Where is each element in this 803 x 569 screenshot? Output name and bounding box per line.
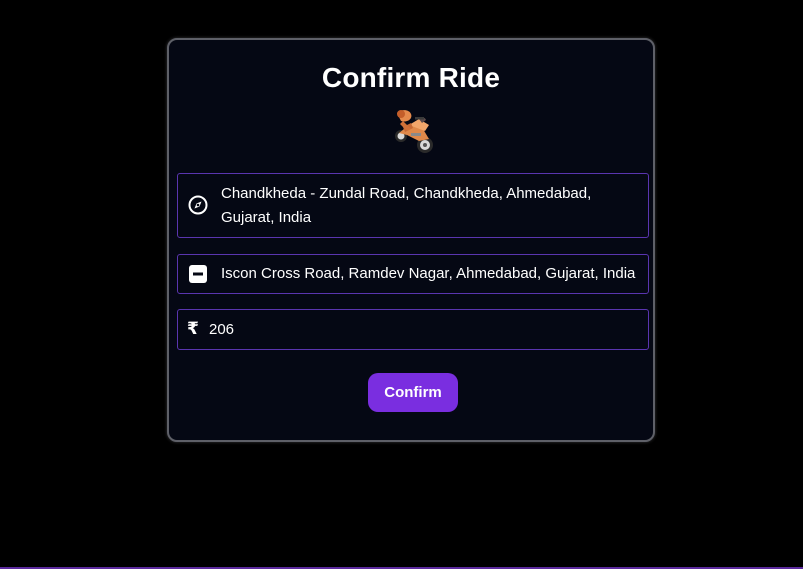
fare-field[interactable]: ₹ 206 [177,309,649,350]
page-title: Confirm Ride [321,62,501,93]
pickup-location-icon [188,195,208,215]
destination-square-icon [189,265,207,283]
pickup-address: Chandkheda - Zundal Road, Chandkheda, Ah… [221,185,592,226]
motorbike-icon [395,110,433,153]
rupee-icon: ₹ [187,319,199,338]
confirm-ride-card: Confirm Ride Chandkheda - Zundal Road, C… [167,38,655,442]
destination-field[interactable]: Iscon Cross Road, Ramdev Nagar, Ahmedaba… [177,254,649,294]
fare-amount: 206 [209,321,235,338]
destination-address: Iscon Cross Road, Ramdev Nagar, Ahmedaba… [221,265,636,282]
confirm-button[interactable]: Confirm [368,373,458,412]
pickup-location-field[interactable]: Chandkheda - Zundal Road, Chandkheda, Ah… [177,173,649,238]
